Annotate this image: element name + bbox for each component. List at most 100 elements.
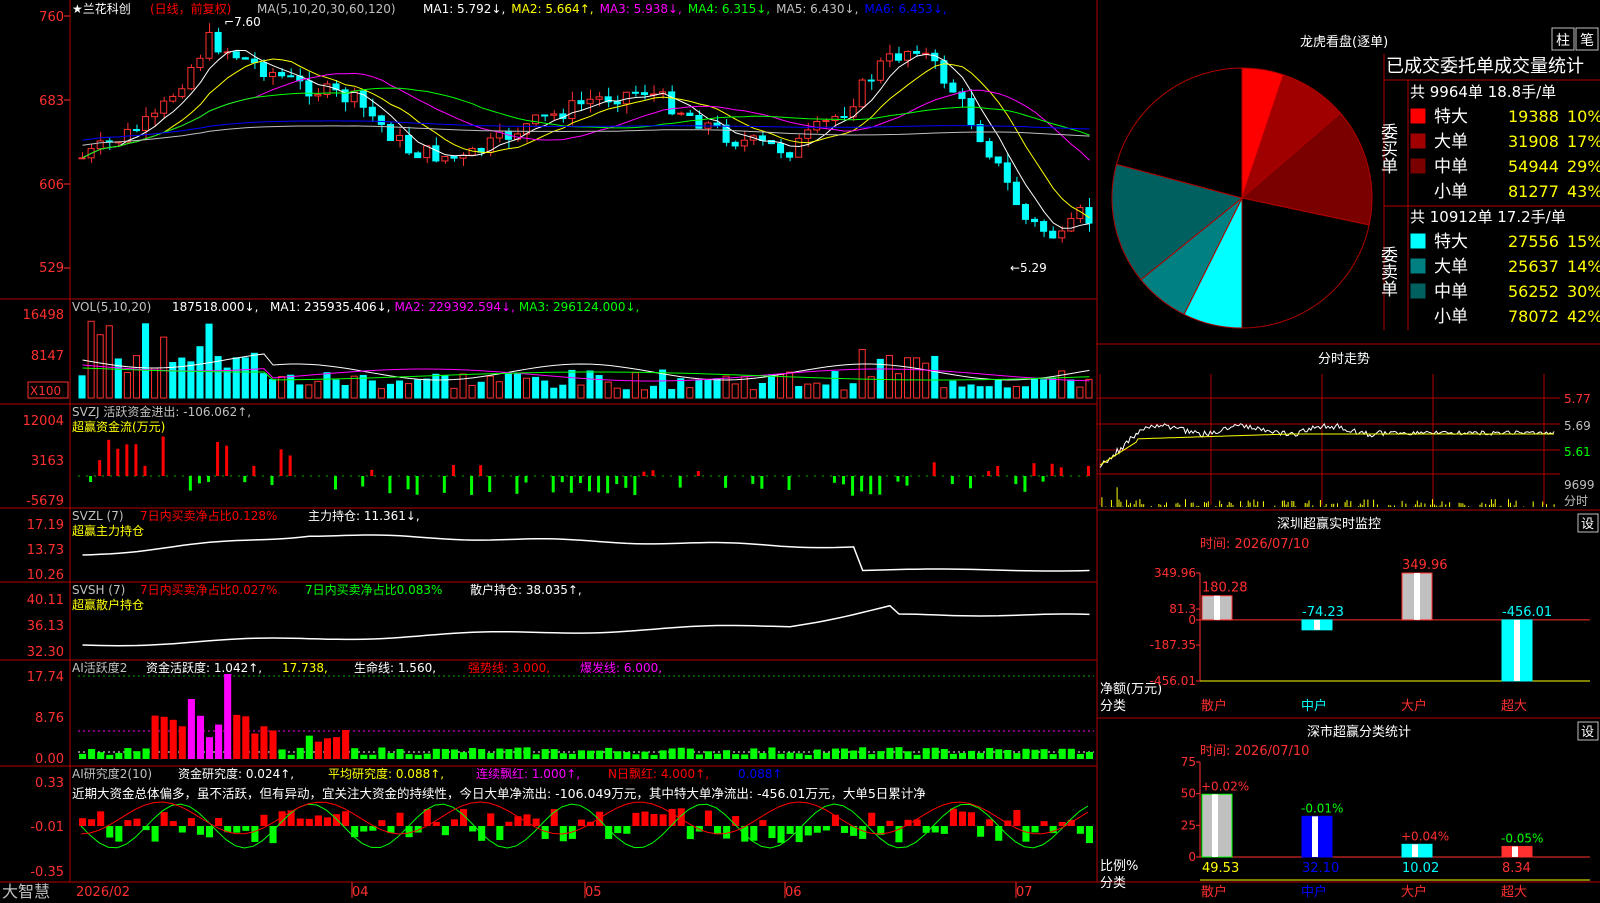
active-bar xyxy=(605,747,613,759)
flow-bar xyxy=(89,476,93,482)
svzl-b: 7日内买卖净占比0.128% xyxy=(140,508,277,523)
flow-bar xyxy=(551,476,555,493)
volume-bar xyxy=(858,349,866,399)
active-bar xyxy=(732,754,740,759)
volume-bar xyxy=(1067,379,1075,399)
research-bar xyxy=(704,810,712,826)
volume-bar xyxy=(296,384,304,399)
row-volume: 56252 xyxy=(1508,282,1559,301)
sz-monitor-settings-label[interactable]: 设 xyxy=(1581,517,1594,532)
price-header: ★兰花科创 (日线，前复权) MA(5,10,20,30,60,120) MA1… xyxy=(72,1,947,16)
sz-class-settings-label[interactable]: 设 xyxy=(1581,725,1594,740)
research-bar xyxy=(441,826,449,836)
volume-bar xyxy=(214,356,222,399)
svsh-tick: 40.11 xyxy=(27,593,64,608)
flow-bar xyxy=(760,476,764,489)
tab-bi-label[interactable]: 笔 xyxy=(1580,33,1594,49)
research-bar xyxy=(831,814,839,826)
volume-bar xyxy=(604,381,612,399)
stock-name[interactable]: ★兰花科创 xyxy=(72,1,131,16)
intraday-tick: 5.69 xyxy=(1564,419,1591,433)
ai-c: 17.738, xyxy=(282,661,328,675)
research-bar xyxy=(968,812,976,826)
candle-body xyxy=(568,100,576,120)
candle-body xyxy=(450,156,458,159)
active-bar xyxy=(106,754,114,759)
flow-bar xyxy=(143,465,147,476)
row-label: 大单 xyxy=(1434,132,1468,152)
active-bar xyxy=(686,748,694,759)
flow-bar xyxy=(361,476,365,487)
ma-value: MA4: 6.315↓, xyxy=(688,2,770,16)
volume-bar xyxy=(405,383,413,399)
candle-body xyxy=(1085,207,1093,224)
monitor-value: 180.28 xyxy=(1202,581,1248,596)
volume-bar xyxy=(876,358,884,399)
category-label: 中户 xyxy=(1301,884,1327,900)
candle-body xyxy=(278,71,286,77)
flow-bar xyxy=(161,436,165,476)
active-bar xyxy=(931,747,939,759)
volume-bar xyxy=(949,380,957,399)
volume-bar xyxy=(640,389,649,399)
volume-bar xyxy=(704,379,712,399)
active-bar xyxy=(859,747,867,759)
air-b: 资金研究度: 0.024↑, xyxy=(178,766,294,781)
row-label: 特大 xyxy=(1434,232,1468,252)
candle-body xyxy=(151,112,159,118)
candle-body xyxy=(287,75,295,78)
svsh-line xyxy=(82,604,1090,647)
research-bar xyxy=(977,826,985,837)
flow-bar xyxy=(207,476,210,482)
candle-body xyxy=(377,115,385,125)
volume-bar xyxy=(967,384,975,399)
active-bar xyxy=(178,726,186,759)
active-bar xyxy=(97,752,105,759)
research-bar xyxy=(106,826,114,838)
row-volume: 25637 xyxy=(1508,257,1559,276)
vol-tick: 16498 xyxy=(23,308,64,323)
research-bar xyxy=(632,812,640,826)
candle-body xyxy=(631,91,639,94)
volume-bar xyxy=(269,379,277,399)
vol-unit[interactable]: X100 xyxy=(30,384,61,398)
svzl-a: SVZL (7) xyxy=(72,509,124,523)
volume-bar xyxy=(359,374,367,399)
tab-zhu-label[interactable]: 柱 xyxy=(1556,33,1570,49)
active-bar xyxy=(142,748,150,759)
volume-bar xyxy=(1012,385,1020,399)
candle-body xyxy=(949,82,957,93)
research-bar xyxy=(1076,826,1084,834)
research-bar xyxy=(496,826,504,841)
candle-body xyxy=(1031,218,1039,223)
candle-body xyxy=(795,137,803,158)
price-tick: 529 xyxy=(39,261,64,276)
candle-body xyxy=(1049,230,1057,239)
volume-bar xyxy=(686,387,694,399)
active-bar xyxy=(958,753,966,759)
research-bar xyxy=(233,826,241,833)
volume-header: VOL(5,10,20) 187518.000↓, MA1: 235935.40… xyxy=(72,300,639,314)
chart-mode[interactable]: (日线，前复权) xyxy=(150,1,231,16)
active-bar xyxy=(986,747,994,759)
active-bar xyxy=(369,754,377,759)
research-bar xyxy=(940,826,948,834)
sell-total: 共 10912单 17.2手/单 xyxy=(1410,208,1566,226)
flow-bar xyxy=(370,469,374,476)
category-label: 中户 xyxy=(1301,698,1327,714)
date-label: 06 xyxy=(785,885,802,900)
flow-bar xyxy=(243,476,247,483)
candle-body xyxy=(613,101,621,105)
active-bar xyxy=(596,750,604,759)
candle-body xyxy=(985,141,993,158)
candle-body xyxy=(740,139,748,147)
row-percent: 43% xyxy=(1567,182,1600,201)
air-e: N日飘红: 4.000↑, xyxy=(608,766,709,781)
active-bar xyxy=(587,750,595,759)
active-bar xyxy=(287,754,295,759)
volume-bar xyxy=(722,375,730,399)
research-bar xyxy=(323,817,331,826)
research-bar xyxy=(242,826,250,831)
intraday-tick: 5.61 xyxy=(1564,445,1591,459)
flow-bar xyxy=(470,476,474,495)
